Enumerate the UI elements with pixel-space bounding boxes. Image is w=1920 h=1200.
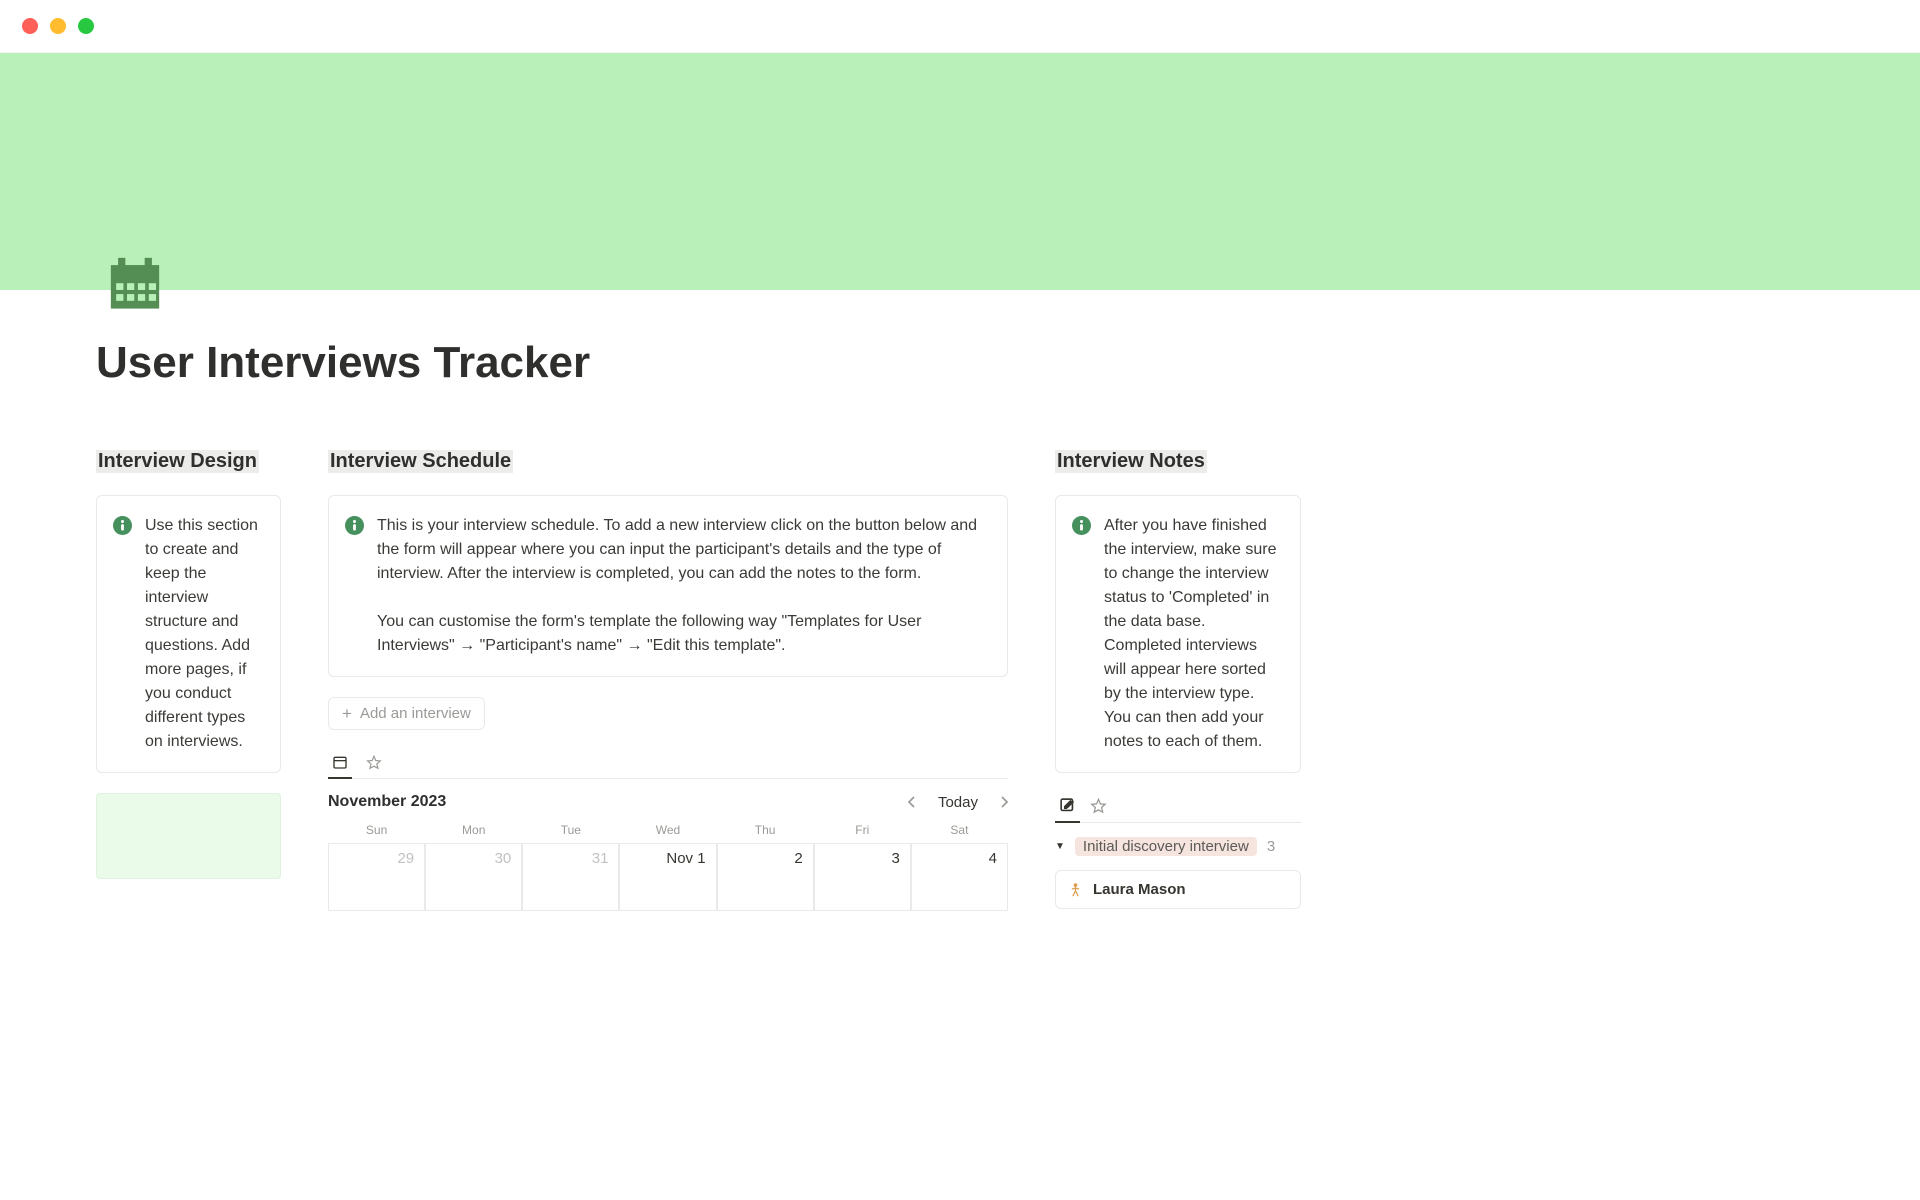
day-label: Sat [911,823,1008,837]
edit-view-tab[interactable] [1055,793,1080,823]
heading-interview-schedule[interactable]: Interview Schedule [328,450,513,473]
info-icon [345,516,364,535]
today-button[interactable]: Today [938,794,978,811]
callout-schedule-text: This is your interview schedule. To add … [377,514,989,658]
calendar-view-tab[interactable] [328,750,352,779]
window-controls [0,0,1920,53]
star-view-tab[interactable] [1086,794,1111,822]
callout-notes-text: After you have finished the interview, m… [1104,514,1282,754]
schedule-view-tabs [328,750,1008,779]
calendar-cell[interactable]: 31 [522,843,619,911]
day-label: Mon [425,823,522,837]
day-label: Fri [814,823,911,837]
chevron-left-icon[interactable] [908,796,916,808]
callout-notes[interactable]: After you have finished the interview, m… [1055,495,1301,773]
day-label: Wed [619,823,716,837]
day-label: Thu [717,823,814,837]
add-interview-button[interactable]: + Add an interview [328,697,485,730]
person-icon [1068,882,1083,897]
page-content: User Interviews Tracker Interview Design… [0,290,1920,911]
calendar-grid: 29 30 31 Nov 1 2 3 4 [328,843,1008,911]
calendar-cell[interactable]: 4 [911,843,1008,911]
callout-design[interactable]: Use this section to create and keep the … [96,495,281,773]
column-interview-design: Interview Design Use this section to cre… [96,450,281,911]
callout-design-text: Use this section to create and keep the … [145,514,262,754]
info-icon [1072,516,1091,535]
calendar-nav: Today [908,794,1008,811]
linked-page-card[interactable] [96,793,281,879]
person-name: Laura Mason [1093,881,1186,898]
maximize-window-icon[interactable] [78,18,94,34]
calendar-header: November 2023 Today [328,793,1008,811]
heading-interview-notes[interactable]: Interview Notes [1055,450,1207,473]
column-interview-notes: Interview Notes After you have finished … [1055,450,1301,911]
page-title[interactable]: User Interviews Tracker [96,338,1824,388]
interview-note-item[interactable]: Laura Mason [1055,870,1301,909]
minimize-window-icon[interactable] [50,18,66,34]
chevron-right-icon[interactable] [1000,796,1008,808]
star-view-tab[interactable] [362,751,386,778]
add-interview-label: Add an interview [360,705,471,722]
calendar-cell[interactable]: 29 [328,843,425,911]
calendar-day-labels: Sun Mon Tue Wed Thu Fri Sat [328,823,1008,837]
group-row[interactable]: ▼ Initial discovery interview 3 [1055,837,1301,856]
info-icon [113,516,132,535]
heading-interview-design[interactable]: Interview Design [96,450,259,473]
notes-view-tabs [1055,793,1301,823]
calendar-cell[interactable]: Nov 1 [619,843,716,911]
callout-schedule[interactable]: This is your interview schedule. To add … [328,495,1008,677]
group-count: 3 [1267,838,1275,855]
day-label: Sun [328,823,425,837]
group-tag: Initial discovery interview [1075,837,1257,856]
plus-icon: + [342,705,352,722]
calendar-month-label[interactable]: November 2023 [328,793,446,811]
page-icon[interactable] [106,253,164,311]
calendar-cell[interactable]: 30 [425,843,522,911]
calendar-cell[interactable]: 2 [717,843,814,911]
calendar-cell[interactable]: 3 [814,843,911,911]
close-window-icon[interactable] [22,18,38,34]
column-interview-schedule: Interview Schedule This is your intervie… [328,450,1008,911]
page-cover[interactable] [0,53,1920,290]
day-label: Tue [522,823,619,837]
collapse-toggle-icon[interactable]: ▼ [1055,841,1065,852]
columns: Interview Design Use this section to cre… [96,450,1824,911]
